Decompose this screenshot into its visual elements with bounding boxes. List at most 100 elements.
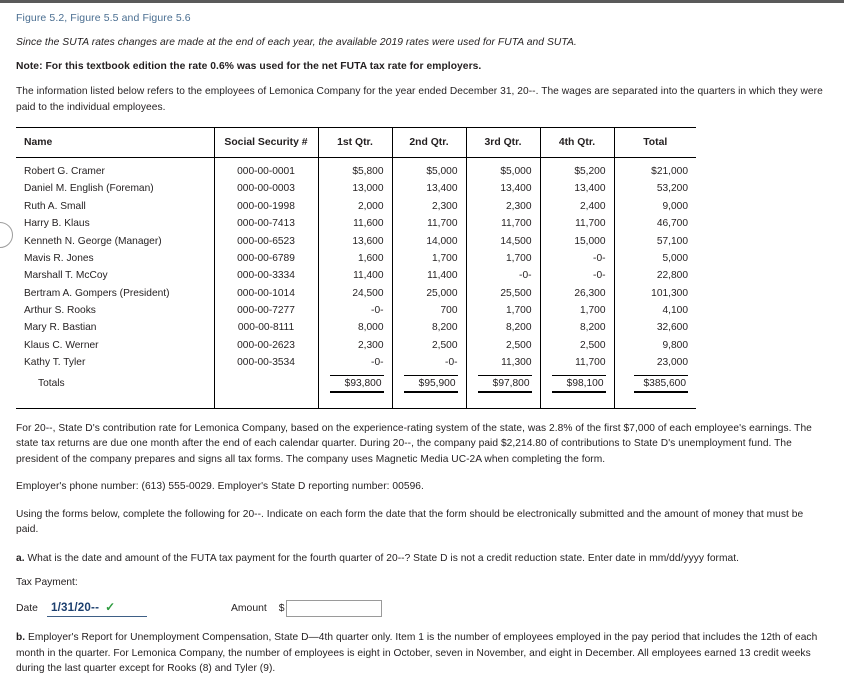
column-header-name: Name <box>16 127 214 158</box>
question-b-text: Employer's Report for Unemployment Compe… <box>16 632 818 675</box>
cell-employee-name: Arthur S. Rooks <box>24 305 96 316</box>
table-bottom-rule <box>16 407 696 409</box>
cell-ssn: 000-00-8111 <box>213 319 318 337</box>
totals-q2: $95,900 <box>391 371 466 396</box>
wages-table-wrapper: Name Social Security # 1st Qtr. 2nd Qtr.… <box>16 127 696 409</box>
totals-ssn-blank <box>213 371 318 396</box>
table-row: Kenneth N. George (Manager) 000-00-6523 13… <box>16 232 696 250</box>
cell-q2: 14,000 <box>391 232 466 250</box>
cell-q2: 11,700 <box>391 214 466 233</box>
cell-employee-name: Marshall T. McCoy <box>24 270 108 282</box>
cell-q1: -0- <box>317 353 392 372</box>
table-row: Marshall T. McCoy 000-00-3334 11,400 11,400… <box>16 267 696 285</box>
cell-ssn: 000-00-2623 <box>213 336 318 354</box>
cell-employee-name: Ruth A. Small <box>24 200 86 212</box>
dollar-sign-icon: $ <box>278 603 285 615</box>
cell-q2: 2,500 <box>391 336 466 354</box>
cell-q3: 2,300 <box>465 197 540 215</box>
cell-total: 9,000 <box>613 197 696 215</box>
employer-contact-paragraph: Employer's phone number: (613) 555-0029.… <box>16 481 424 493</box>
table-row: Mavis R. Jones 000-00-6789 1,600 1,700 1,700… <box>16 249 696 268</box>
table-row: Arthur S. Rooks 000-00-7277 -0- 700 1,700 1,7… <box>16 301 696 320</box>
figure-reference-link[interactable]: Figure 5.2, Figure 5.5 and Figure 5.6 <box>16 12 191 24</box>
cell-q4: 1,700 <box>539 301 614 320</box>
question-a-text: What is the date and amount of the FUTA … <box>27 552 740 564</box>
intro-paragraph: The information listed below refers to t… <box>16 86 823 113</box>
table-body: Robert G. Cramer 000-00-0001 $5,800 $5,000 $… <box>16 157 696 408</box>
cell-employee-name: Mavis R. Jones <box>24 252 94 264</box>
column-header-q1: 1st Qtr. <box>317 127 392 158</box>
amount-input[interactable] <box>285 600 382 618</box>
question-a-marker: a. <box>16 552 25 564</box>
cell-ssn: 000-00-6523 <box>213 232 318 250</box>
date-answer-field[interactable]: 1/31/20-- ✓ <box>46 599 147 617</box>
amount-label: Amount <box>230 603 267 615</box>
cell-q4: 26,300 <box>539 284 614 302</box>
cell-ssn: 000-00-0003 <box>213 180 318 198</box>
table-row: Robert G. Cramer 000-00-0001 $5,800 $5,000 $… <box>16 157 696 181</box>
cell-q2: 13,400 <box>391 180 466 198</box>
cell-q1: 8,000 <box>317 319 392 337</box>
contribution-rate-paragraph: For 20--, State D's contribution rate fo… <box>16 422 812 465</box>
cell-total: 5,000 <box>613 249 696 268</box>
cell-q1: 13,600 <box>317 232 392 250</box>
cell-ssn: 000-00-1014 <box>213 284 318 302</box>
question-b-marker: b. <box>16 632 26 644</box>
totals-q2-value: $95,900 <box>403 374 458 393</box>
cell-q3: -0- <box>465 267 540 285</box>
cell-ssn: 000-00-3334 <box>213 267 318 285</box>
cell-q2: 11,400 <box>391 267 466 285</box>
cell-q3: 8,200 <box>465 319 540 337</box>
suta-rates-note: Since the SUTA rates changes are made at… <box>16 37 577 48</box>
cell-q2: 700 <box>391 301 466 320</box>
checkmark-icon: ✓ <box>105 599 116 614</box>
cell-employee-name: Mary R. Bastian <box>24 322 97 334</box>
cell-q2: -0- <box>391 353 466 372</box>
cell-ssn: 000-00-1998 <box>213 197 318 215</box>
table-row: Klaus C. Werner 000-00-2623 2,300 2,500 2,50… <box>16 336 696 354</box>
table-head: Name Social Security # 1st Qtr. 2nd Qtr.… <box>16 127 696 158</box>
cell-q1: 24,500 <box>317 284 392 302</box>
cell-q4: 11,700 <box>539 214 614 233</box>
totals-q4-value: $98,100 <box>551 374 606 393</box>
cell-q3: 25,500 <box>465 284 540 302</box>
cell-q3: $5,000 <box>465 157 540 181</box>
question-a: a. What is the date and amount of the FU… <box>16 551 828 567</box>
cell-q2: $5,000 <box>391 157 466 181</box>
cell-employee-name: Harry B. Klaus <box>24 218 90 230</box>
table-row: Bertram A. Gompers (President) 000-00-101… <box>16 284 696 302</box>
totals-q1-value: $93,800 <box>329 374 384 393</box>
cell-employee-name: Daniel M. English (Foreman) <box>24 183 154 195</box>
cell-q2: 1,700 <box>391 249 466 268</box>
cell-q4: $5,200 <box>539 157 614 181</box>
totals-q3: $97,800 <box>465 371 540 396</box>
cell-q3: 11,700 <box>465 214 540 233</box>
cell-q4: -0- <box>539 249 614 268</box>
totals-q1: $93,800 <box>317 371 392 396</box>
cell-total: 46,700 <box>613 214 696 233</box>
cell-q4: 8,200 <box>539 319 614 337</box>
column-header-ssn: Social Security # <box>213 127 318 158</box>
cell-q4: 11,700 <box>539 353 614 372</box>
cell-total: 4,100 <box>613 301 696 320</box>
document-content: Figure 5.2, Figure 5.5 and Figure 5.6 Si… <box>0 3 844 681</box>
cell-total: 101,300 <box>613 284 696 302</box>
cell-q3: 2,500 <box>465 336 540 354</box>
cell-employee-name: Kathy T. Tyler <box>24 357 86 369</box>
cell-q2: 8,200 <box>391 319 466 337</box>
cell-ssn: 000-00-7413 <box>213 214 318 233</box>
instructions-paragraph: Using the forms below, complete the foll… <box>16 508 804 536</box>
cell-q1: 1,600 <box>317 249 392 268</box>
cell-q4: 2,500 <box>539 336 614 354</box>
cell-total: 53,200 <box>613 180 696 198</box>
table-row: Daniel M. English (Foreman) 000-00-0003 13… <box>16 180 696 198</box>
cell-total: 22,800 <box>613 267 696 285</box>
cell-q1: $5,800 <box>317 157 392 181</box>
cell-total: $21,000 <box>613 157 696 181</box>
totals-total-value: $385,600 <box>634 374 688 393</box>
cell-employee-name: Robert G. Cramer <box>24 166 105 177</box>
cell-q1: 13,000 <box>317 180 392 198</box>
table-row: Mary R. Bastian 000-00-8111 8,000 8,200 8,20… <box>16 319 696 337</box>
table-spacer-row <box>16 395 696 408</box>
column-header-q2: 2nd Qtr. <box>391 127 466 158</box>
